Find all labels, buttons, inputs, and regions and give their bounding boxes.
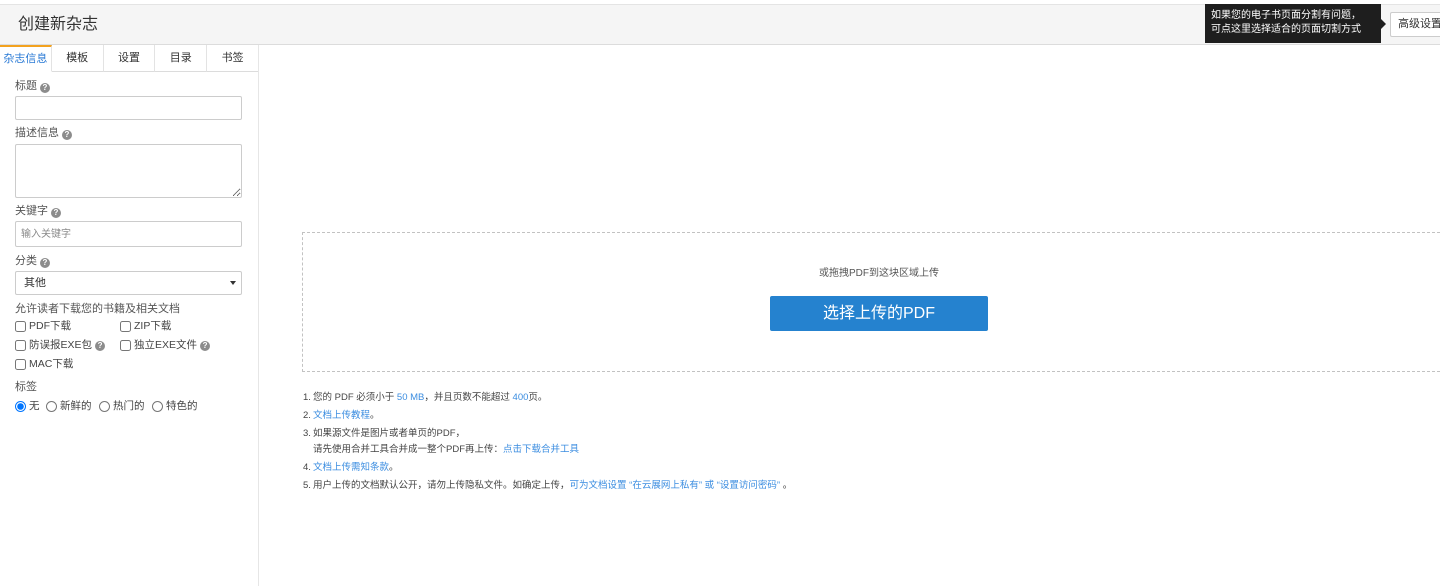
- note-number: 3.: [303, 428, 311, 439]
- note-number: 1.: [303, 392, 311, 403]
- help-icon[interactable]: [40, 83, 50, 93]
- zip-download-checkbox[interactable]: [120, 321, 131, 332]
- title-input[interactable]: [15, 96, 242, 120]
- note-number: 2.: [303, 410, 311, 421]
- advanced-settings-button[interactable]: 高级设置: [1390, 12, 1440, 37]
- tag-radio[interactable]: [152, 401, 163, 412]
- select-pdf-button[interactable]: 选择上传的PDF: [770, 296, 988, 331]
- standalone-exe-checkbox[interactable]: [120, 340, 131, 351]
- note-item-5: 5. 用户上传的文档默认公开，请勿上传隐私文件。如确定上传，可为文档设置 “在云展…: [303, 480, 792, 492]
- keywords-label: 关键字: [15, 205, 61, 218]
- note-item-3: 3. 如果源文件是图片或者单页的PDF，: [303, 428, 465, 440]
- note-text: 如果源文件是图片或者单页的PDF，: [313, 428, 466, 439]
- tag-option-featured[interactable]: 特色的: [152, 400, 198, 413]
- download-option-label: PDF下载: [29, 320, 71, 332]
- tag-option-label: 新鲜的: [60, 400, 92, 412]
- tags-label: 标签: [15, 381, 37, 393]
- tag-radio[interactable]: [46, 401, 57, 412]
- download-option-zip[interactable]: ZIP下载: [120, 320, 171, 333]
- note-item-2: 2. 文档上传教程。: [303, 410, 380, 422]
- tab-toc[interactable]: 目录: [155, 45, 208, 72]
- keywords-label-text: 关键字: [15, 205, 48, 217]
- pdf-drop-zone[interactable]: 或拖拽PDF到这块区域上传 选择上传的PDF: [302, 232, 1440, 372]
- download-option-label: MAC下载: [29, 358, 74, 370]
- sidebar-tabs: 杂志信息 模板 设置 目录 书签: [0, 45, 258, 72]
- download-merge-tool-link[interactable]: 点击下载合并工具: [503, 444, 579, 455]
- download-option-label: 独立EXE文件: [134, 339, 198, 351]
- download-option-label: 防误报EXE包: [29, 339, 93, 351]
- upload-tutorial-link[interactable]: 文档上传教程: [313, 410, 370, 421]
- size-limit-value: 50 MB: [396, 392, 425, 403]
- tag-option-label: 无: [29, 400, 40, 412]
- page-title: 创建新杂志: [18, 16, 99, 33]
- tooltip-line-1: 如果您的电子书页面分割有问题，: [1211, 10, 1361, 21]
- help-icon[interactable]: [95, 340, 106, 351]
- exe-package-checkbox[interactable]: [15, 340, 26, 351]
- description-label-text: 描述信息: [15, 127, 59, 139]
- tag-option-label: 特色的: [166, 400, 198, 412]
- note-number: 5.: [303, 480, 311, 491]
- note-text: 用户上传的文档默认公开，请勿上传隐私文件。如确定上传，: [313, 480, 570, 491]
- download-permission-label: 允许读者下载您的书籍及相关文档: [15, 303, 180, 315]
- title-label: 标题: [15, 80, 50, 93]
- category-label: 分类: [15, 255, 50, 268]
- download-option-pdf[interactable]: PDF下载: [15, 320, 71, 333]
- download-option-mac[interactable]: MAC下载: [15, 358, 73, 371]
- tooltip-line-2: 可点这里选择适合的页面切割方式: [1211, 24, 1361, 35]
- description-textarea[interactable]: [15, 144, 242, 198]
- title-label-text: 标题: [15, 80, 37, 92]
- note-text: 。: [370, 410, 380, 421]
- tab-template[interactable]: 模板: [51, 45, 104, 72]
- tag-option-none[interactable]: 无: [15, 400, 40, 413]
- note-text: 页。: [528, 392, 548, 403]
- help-icon[interactable]: [51, 208, 61, 218]
- drop-hint-text: 或拖拽PDF到这块区域上传: [819, 268, 939, 279]
- tab-bookmarks[interactable]: 书签: [207, 45, 258, 72]
- tag-option-label: 热门的: [113, 400, 145, 412]
- help-icon[interactable]: [62, 130, 72, 140]
- tag-radio[interactable]: [99, 401, 110, 412]
- download-option-exe-package[interactable]: 防误报EXE包: [15, 339, 106, 352]
- help-icon[interactable]: [40, 258, 50, 268]
- mac-download-checkbox[interactable]: [15, 359, 26, 370]
- download-option-standalone-exe[interactable]: 独立EXE文件: [120, 339, 211, 352]
- note-text: 您的 PDF 必须小于: [313, 392, 397, 403]
- keywords-input[interactable]: [15, 221, 242, 247]
- tab-settings[interactable]: 设置: [103, 45, 156, 72]
- note-item-4: 4. 文档上传需知条款。: [303, 462, 399, 474]
- category-select[interactable]: 其他: [15, 271, 242, 295]
- tag-option-fresh[interactable]: 新鲜的: [46, 400, 92, 413]
- sidebar: 杂志信息 模板 设置 目录 书签 标题 描述信息 关键字 分类 其他 允许读者下…: [0, 45, 259, 586]
- note-item-3-line-2: 请先使用合并工具合并成一整个PDF再上传：点击下载合并工具: [313, 444, 579, 456]
- note-text: 。: [389, 462, 399, 473]
- upload-terms-link[interactable]: 文档上传需知条款: [313, 462, 389, 473]
- category-label-text: 分类: [15, 255, 37, 267]
- page-limit-value: 400: [512, 392, 529, 403]
- tab-magazine-info[interactable]: 杂志信息: [0, 45, 52, 72]
- note-text: ，并且页数不能超过: [424, 392, 513, 403]
- pdf-download-checkbox[interactable]: [15, 321, 26, 332]
- help-icon[interactable]: [200, 340, 211, 351]
- category-select-wrapper: 其他: [15, 271, 242, 295]
- privacy-settings-link[interactable]: 可为文档设置 “在云展网上私有” 或 “设置访问密码”: [570, 480, 781, 491]
- note-text: 。: [780, 480, 793, 491]
- note-number: 4.: [303, 462, 311, 473]
- note-text: 请先使用合并工具合并成一整个PDF再上传：: [313, 444, 504, 455]
- tag-radio[interactable]: [15, 401, 26, 412]
- download-option-label: ZIP下载: [134, 320, 172, 332]
- tag-option-hot[interactable]: 热门的: [99, 400, 145, 413]
- page-split-tooltip[interactable]: 如果您的电子书页面分割有问题， 可点这里选择适合的页面切割方式: [1205, 4, 1386, 43]
- note-item-1: 1. 您的 PDF 必须小于 50 MB，并且页数不能超过 400页。: [303, 392, 547, 404]
- description-label: 描述信息: [15, 127, 72, 140]
